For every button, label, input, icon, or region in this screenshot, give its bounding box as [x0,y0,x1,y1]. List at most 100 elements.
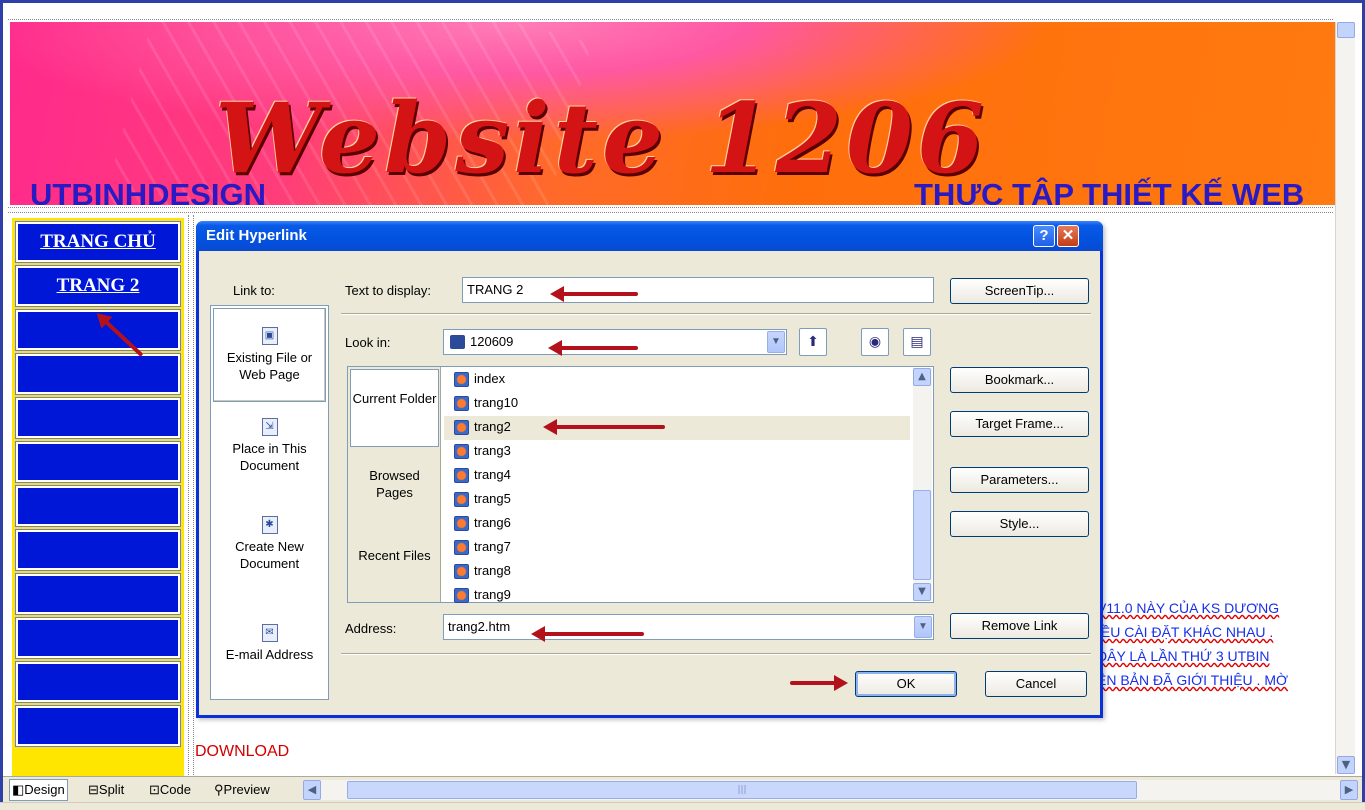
annotation-arrow [790,675,848,691]
screentip-button[interactable]: ScreenTip... [950,278,1089,304]
file-item[interactable]: trang7 [444,536,910,560]
look-in-dropdown[interactable]: 120609 ▼ [443,329,787,355]
bookmark-button[interactable]: Bookmark... [950,367,1089,393]
dialog-title-bar[interactable]: Edit Hyperlink ? ✕ [196,221,1103,251]
web-page-icon [454,588,469,603]
tab-recent-files[interactable]: Recent Files [350,547,439,587]
file-name: trang4 [474,467,511,482]
browse-web-icon[interactable]: ◉ [861,328,889,356]
link-to-create-new-document[interactable]: ✱ Create New Document [213,516,326,596]
link-to-email-address[interactable]: ✉ E-mail Address [213,624,326,684]
nav-cell-empty[interactable] [15,573,181,615]
tab-split[interactable]: ⊟Split [85,779,127,801]
web-page-icon [454,372,469,387]
nav-cell-empty[interactable] [15,397,181,439]
design-icon: ◧ [12,782,25,797]
ok-button[interactable]: OK [855,671,957,697]
scroll-up-button[interactable]: ▲ [913,368,931,386]
file-item[interactable]: trang5 [444,488,910,512]
scroll-down-button[interactable]: ▼ [913,583,931,601]
nav-cell-empty[interactable] [15,617,181,659]
link-to-place-in-document[interactable]: ⇲ Place in This Document [213,418,326,498]
horizontal-scrollbar[interactable]: ◀ ||| ▶ [303,780,1358,800]
banner-title: Website 1206 [215,82,988,195]
file-name: trang5 [474,491,511,506]
scroll-down-button[interactable]: ▼ [1337,756,1355,774]
address-label: Address: [345,621,397,636]
browse-file-icon[interactable]: ▤ [903,328,931,356]
file-item[interactable]: trang6 [444,512,910,536]
scroll-thumb[interactable]: ||| [347,781,1137,799]
tab-label: Code [159,782,191,797]
nav-cell-empty[interactable] [15,441,181,483]
sidebar-nav: TRANG CHỦ TRANG 2 [12,218,184,776]
file-item[interactable]: trang4 [444,464,910,488]
address-input[interactable]: trang2.htm ▼ [443,614,934,640]
tab-current-folder[interactable]: Current Folder [350,369,439,447]
chevron-down-icon[interactable]: ▼ [767,331,785,353]
file-item-selected[interactable]: trang2 [444,416,910,440]
web-page-icon [454,396,469,411]
tab-code[interactable]: ⊡Code [146,779,194,801]
remove-link-button[interactable]: Remove Link [950,613,1089,639]
annotation-arrow [548,340,638,356]
nav-cell-empty[interactable] [15,705,181,747]
help-button[interactable]: ? [1033,225,1055,247]
up-one-folder-icon[interactable]: ⬆ [799,328,827,356]
preview-icon: ⚲ [214,782,224,797]
link-to-label: Link to: [233,283,275,298]
file-item[interactable]: trang8 [444,560,910,584]
file-item[interactable]: trang3 [444,440,910,464]
link-to-option-label: E-mail Address [225,647,314,662]
tab-design[interactable]: ◧Design [9,779,68,801]
edit-hyperlink-dialog: Edit Hyperlink ? ✕ Link to: ▣ Existing F… [196,221,1103,718]
nav-cell-empty[interactable] [15,485,181,527]
web-page-icon [454,492,469,507]
existing-file-icon: ▣ [261,327,278,345]
top-dotted-guide [8,8,1333,20]
email-icon: ✉ [261,624,278,642]
link-to-existing-file[interactable]: ▣ Existing File or Web Page [213,308,326,402]
scroll-right-button[interactable]: ▶ [1340,780,1358,800]
link-to-option-label: Create New Document [235,539,304,571]
link-to-option-label: Existing File or Web Page [226,350,313,382]
file-item[interactable]: trang9 [444,584,910,608]
file-name: index [474,371,506,386]
nav-cell-empty[interactable] [15,353,181,395]
file-browser: Current Folder Browsed Pages Recent File… [347,366,934,603]
page-vertical-scrollbar[interactable]: ▼ [1335,22,1355,774]
nav-cell-empty[interactable] [15,661,181,703]
file-name: trang6 [474,515,511,530]
web-page-icon [454,468,469,483]
scroll-left-button[interactable]: ◀ [303,780,321,800]
target-frame-button[interactable]: Target Frame... [950,411,1089,437]
text-to-display-label: Text to display: [345,283,431,298]
brand-left: UTBINHDESIGN [30,177,266,205]
tab-preview[interactable]: ⚲Preview [211,779,273,801]
text-to-display-input[interactable]: TRANG 2 [462,277,934,303]
nav-link-trang-2[interactable]: TRANG 2 [15,265,181,307]
code-icon: ⊡ [149,782,160,797]
cancel-button[interactable]: Cancel [985,671,1087,697]
file-item[interactable]: index [444,368,910,392]
file-name: trang8 [474,563,511,578]
look-in-value: 120609 [470,334,514,349]
file-item[interactable]: trang10 [444,392,910,416]
nav-link-trang-chu[interactable]: TRANG CHỦ [15,221,181,263]
tab-browsed-pages[interactable]: Browsed Pages [350,467,439,507]
style-button[interactable]: Style... [950,511,1089,537]
chevron-down-icon[interactable]: ▼ [914,616,932,638]
dialog-title: Edit Hyperlink [206,227,307,244]
new-document-icon: ✱ [261,516,278,534]
parameters-button[interactable]: Parameters... [950,467,1089,493]
close-button[interactable]: ✕ [1057,225,1079,247]
nav-cell-empty[interactable] [15,529,181,571]
tab-label: Split [98,782,125,797]
web-page-icon [454,420,469,435]
scroll-thumb[interactable] [913,490,931,580]
scroll-thumb[interactable] [1337,22,1355,38]
file-name: trang3 [474,443,511,458]
layout-separator [8,207,1333,213]
file-list-scrollbar[interactable]: ▲ ▼ [913,368,932,601]
folder-view-panel: Current Folder Browsed Pages Recent File… [348,367,441,602]
